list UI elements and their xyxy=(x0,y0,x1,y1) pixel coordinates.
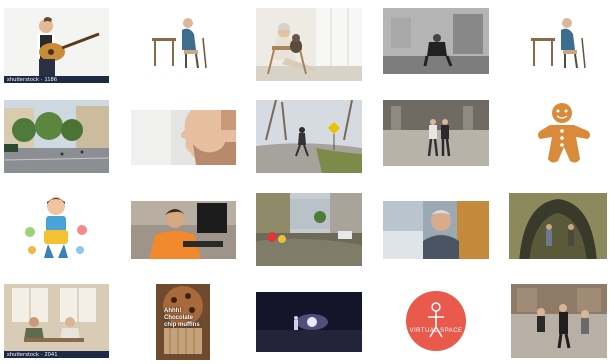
old-man-portrait-image xyxy=(383,201,489,259)
logo-image xyxy=(398,283,474,360)
watermark-text: shutterstock · 1186 xyxy=(7,77,58,83)
caption-strip xyxy=(146,72,218,80)
thumbnail-person-walking-road[interactable] xyxy=(256,100,362,173)
man-street-image xyxy=(383,8,489,81)
thumbnail-muffin-meme[interactable]: Ahhh! Chocolate chip muffins xyxy=(156,284,210,360)
image-grid: shutterstock · 1186 shutterstock · 2041 … xyxy=(0,0,610,364)
thumbnail-men-sidewalk[interactable] xyxy=(511,284,607,358)
watermark-bar: shutterstock · 2041 xyxy=(4,351,109,358)
logo-label: VIRTUAL SPACE xyxy=(409,328,463,334)
thumbnail-logo-circle[interactable]: VIRTUAL SPACE xyxy=(398,283,474,360)
thumbnail-old-man-portrait[interactable] xyxy=(383,201,489,259)
thumbnail-tunnel-people[interactable] xyxy=(509,193,607,266)
men-sidewalk-image xyxy=(511,284,607,358)
woman-dog-image xyxy=(256,8,362,81)
thumbnail-guitar-man[interactable]: shutterstock · 1186 xyxy=(4,8,109,83)
men-cafe-image xyxy=(4,284,109,358)
thumbnail-flooded-street[interactable] xyxy=(256,193,362,266)
boy-computer-image xyxy=(131,201,236,259)
walking-road-image xyxy=(256,100,362,173)
thumbnail-city-street[interactable] xyxy=(4,100,109,173)
meme-caption: Ahhh! Chocolate chip muffins xyxy=(164,308,200,328)
thumbnail-old-man-desk[interactable] xyxy=(146,8,218,80)
cartoon-girl-image xyxy=(18,192,94,268)
thumbnail-boy-computer[interactable] xyxy=(131,201,236,259)
couple-plaza-image xyxy=(383,100,489,173)
old-man-desk-image xyxy=(146,8,218,80)
thumbnail-cartoon-girl[interactable] xyxy=(18,192,94,268)
watermark-text: shutterstock · 2041 xyxy=(7,352,58,358)
thumbnail-man-sitting-street[interactable] xyxy=(383,8,489,81)
thumbnail-man-profile[interactable] xyxy=(131,110,236,165)
flooded-street-image xyxy=(256,193,362,266)
caption-strip xyxy=(525,72,597,80)
man-profile-image xyxy=(131,110,236,165)
watermark-bar: shutterstock · 1186 xyxy=(4,76,109,83)
thumbnail-gingerbread-man[interactable] xyxy=(524,97,600,175)
guitar-man-image xyxy=(4,8,109,83)
thumbnail-men-cafe[interactable]: shutterstock · 2041 xyxy=(4,284,109,358)
gingerbread-image xyxy=(524,97,600,175)
thumbnail-couple-plaza[interactable] xyxy=(383,100,489,173)
thumbnail-night-road[interactable] xyxy=(256,292,362,352)
night-road-image xyxy=(256,292,362,352)
tunnel-image xyxy=(509,193,607,266)
old-man-desk-2-image xyxy=(525,8,597,80)
thumbnail-old-man-desk-2[interactable] xyxy=(525,8,597,80)
thumbnail-woman-dog-chair[interactable] xyxy=(256,8,362,81)
city-street-image xyxy=(4,100,109,173)
